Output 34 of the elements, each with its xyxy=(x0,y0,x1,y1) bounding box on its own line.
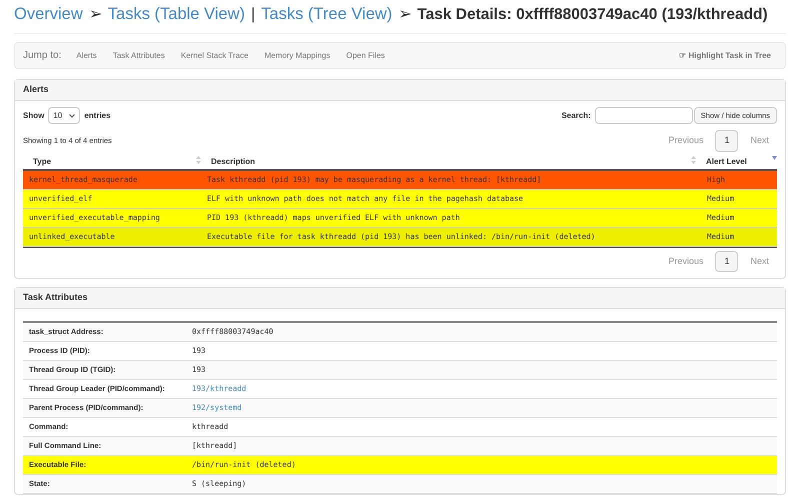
jump-link[interactable]: Task Attributes xyxy=(112,50,165,62)
highlight-task-link[interactable]: ☞ Highlight Task in Tree xyxy=(679,50,771,62)
jump-link[interactable]: Memory Mappings xyxy=(264,50,330,62)
sort-desc-icon xyxy=(772,156,777,160)
page-size-select[interactable]: 10 xyxy=(48,107,80,124)
jump-link[interactable]: Kernel Stack Trace xyxy=(180,50,248,62)
entries-label: entries xyxy=(84,110,111,122)
breadcrumb-link[interactable]: Tasks (Tree View) xyxy=(261,2,392,27)
previous-link[interactable]: Previous xyxy=(668,134,704,148)
previous-link[interactable]: Previous xyxy=(668,254,704,268)
search-field[interactable] xyxy=(594,107,693,124)
breadcrumb-link[interactable]: Overview xyxy=(14,2,83,27)
jump-label: Jump to: xyxy=(23,49,62,63)
jump-link[interactable]: Alerts xyxy=(76,50,97,62)
page-title: Task Details: 0xffff88003749ac40 (193/kthreadd) xyxy=(417,5,768,25)
column-header[interactable]: Type xyxy=(23,156,207,168)
column-header[interactable]: Alert Level xyxy=(702,156,777,168)
jump-link[interactable]: Open Files xyxy=(346,50,385,62)
next-link[interactable]: Next xyxy=(750,254,769,268)
search-label: Search: xyxy=(561,110,591,122)
column-header[interactable]: Description xyxy=(207,156,702,168)
chevron-down-icon xyxy=(69,114,76,118)
show-label: Show xyxy=(23,110,44,122)
page-button[interactable]: 1 xyxy=(715,250,738,272)
panel-title: Task Attributes xyxy=(23,291,88,304)
sort-icon xyxy=(196,156,201,164)
breadcrumb-separator: | xyxy=(251,5,256,25)
panel-title: Alerts xyxy=(23,83,49,96)
sort-icon xyxy=(691,156,696,164)
page-button[interactable]: 1 xyxy=(715,130,738,152)
next-link[interactable]: Next xyxy=(750,134,769,148)
breadcrumb-link[interactable]: Tasks (Table View) xyxy=(108,2,246,27)
breadcrumb-separator: ➢ xyxy=(88,5,102,25)
breadcrumb-separator: ➢ xyxy=(398,5,412,25)
